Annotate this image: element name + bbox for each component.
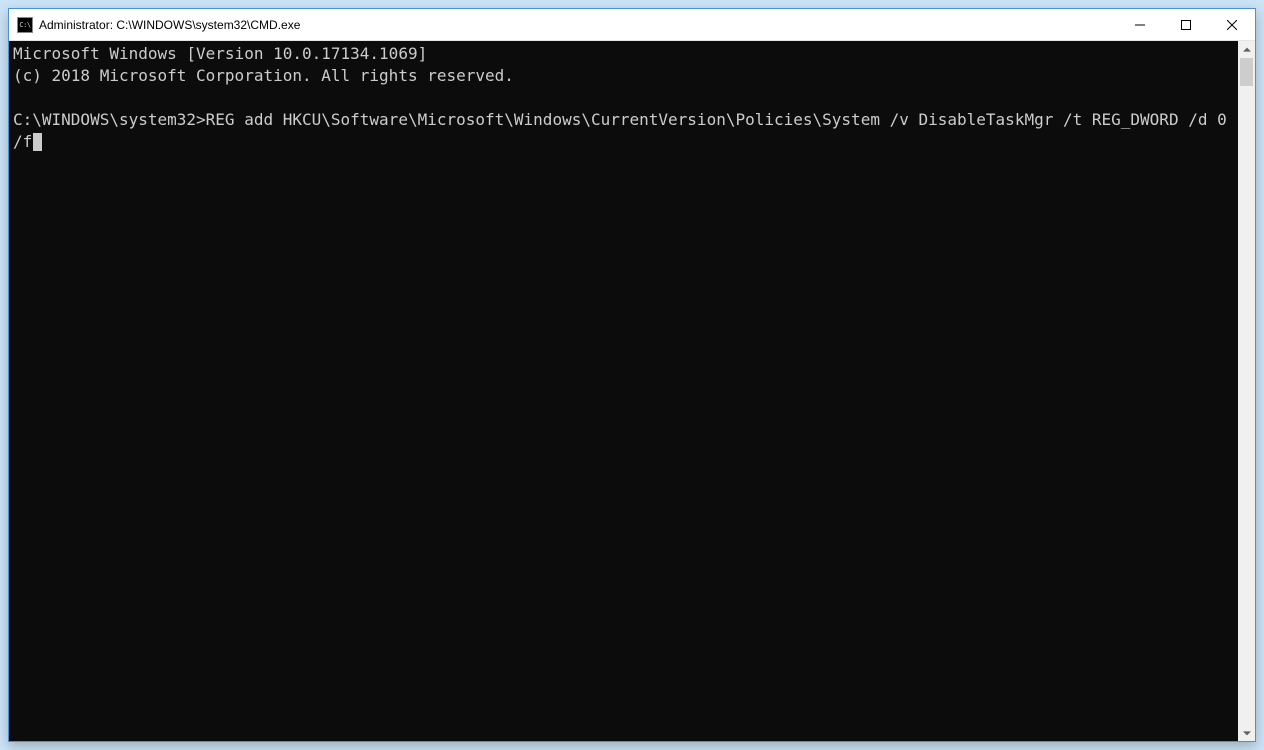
scroll-up-button[interactable]: [1238, 41, 1255, 58]
close-icon: [1227, 20, 1237, 30]
content-area: Microsoft Windows [Version 10.0.17134.10…: [9, 41, 1255, 741]
terminal-blank-line: [13, 87, 1234, 109]
cmd-icon: C:\: [17, 17, 33, 33]
chevron-up-icon: [1243, 46, 1251, 54]
terminal-line: (c) 2018 Microsoft Corporation. All righ…: [13, 65, 1234, 87]
terminal-prompt-line: C:\WINDOWS\system32>REG add HKCU\Softwar…: [13, 109, 1234, 153]
maximize-button[interactable]: [1163, 9, 1209, 40]
titlebar[interactable]: C:\ Administrator: C:\WINDOWS\system32\C…: [9, 9, 1255, 41]
terminal-prompt: C:\WINDOWS\system32>: [13, 110, 206, 129]
cmd-window: C:\ Administrator: C:\WINDOWS\system32\C…: [8, 8, 1256, 742]
minimize-icon: [1135, 20, 1145, 30]
chevron-down-icon: [1243, 729, 1251, 737]
scroll-track[interactable]: [1238, 58, 1255, 724]
terminal-line: Microsoft Windows [Version 10.0.17134.10…: [13, 43, 1234, 65]
minimize-button[interactable]: [1117, 9, 1163, 40]
terminal-output[interactable]: Microsoft Windows [Version 10.0.17134.10…: [9, 41, 1238, 741]
vertical-scrollbar[interactable]: [1238, 41, 1255, 741]
maximize-icon: [1181, 20, 1191, 30]
window-title: Administrator: C:\WINDOWS\system32\CMD.e…: [39, 18, 1117, 32]
close-button[interactable]: [1209, 9, 1255, 40]
scroll-down-button[interactable]: [1238, 724, 1255, 741]
scroll-thumb[interactable]: [1240, 58, 1253, 86]
window-controls: [1117, 9, 1255, 40]
terminal-cursor: [33, 133, 42, 151]
